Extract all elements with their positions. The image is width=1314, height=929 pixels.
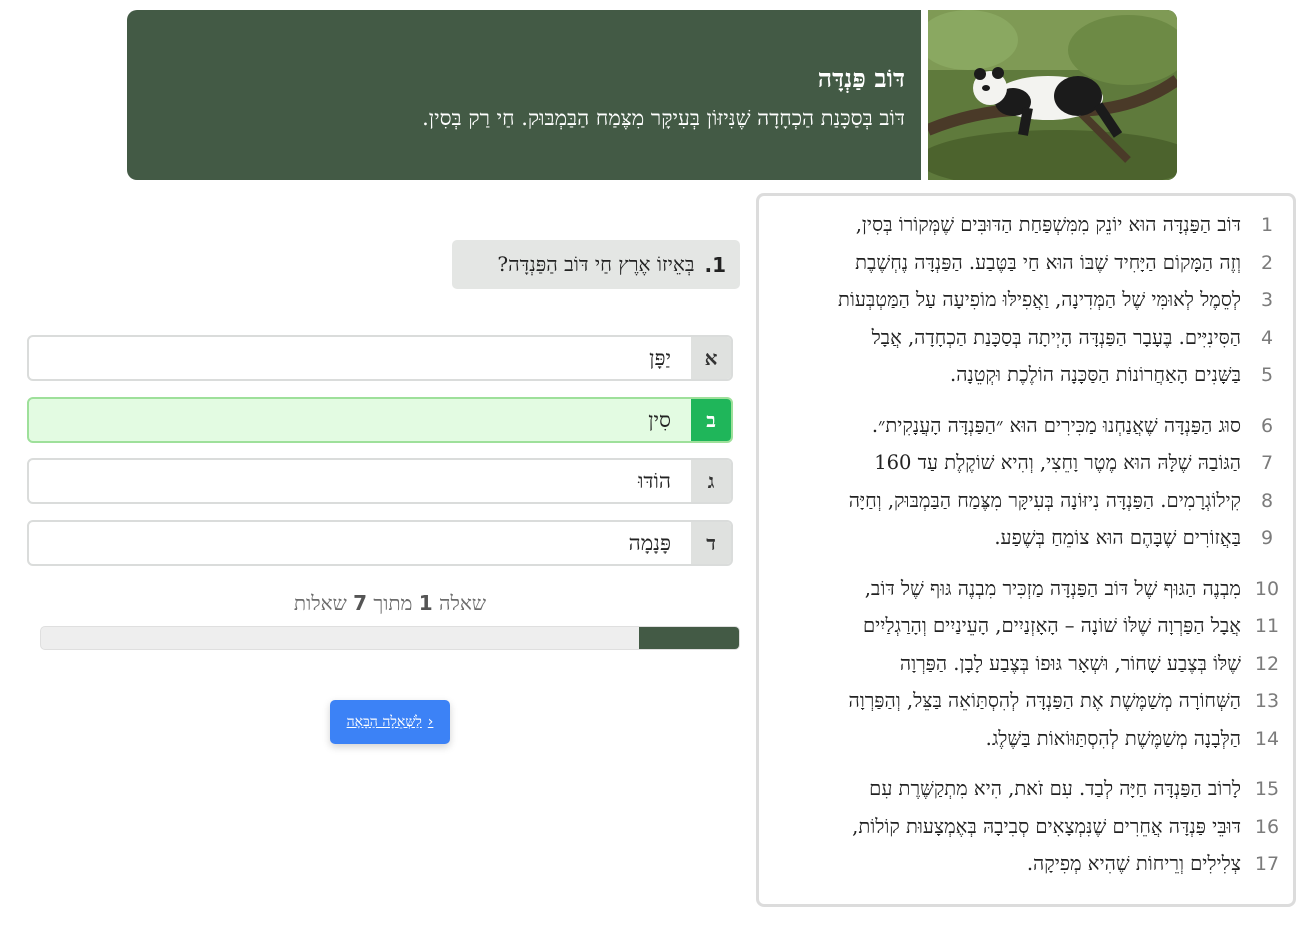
question-box: 1. בְּאֵיזוֹ אֶרֶץ חַי דּוֹב הַפַּנְדָּה… xyxy=(452,240,740,289)
answer-text: סִין xyxy=(648,407,671,432)
progress-bar-fill xyxy=(639,627,739,649)
passage-line: 9 בַּאֲזוֹרִים שֶׁבָּהֶם הוּא צוֹמֵחַ בְּ… xyxy=(759,523,1293,553)
question-number: 1. xyxy=(704,252,726,277)
line-number: 16 xyxy=(1254,816,1280,838)
panda-illustration xyxy=(928,10,1177,180)
line-text: בַּאֲזוֹרִים שֶׁבָּהֶם הוּא צוֹמֵחַ בְּש… xyxy=(994,526,1241,549)
line-text: הַסִּינִיִּים. בֶּעָבָר הַפַּנְדָּה הָיְ… xyxy=(871,326,1241,349)
reading-passage-panel[interactable]: 1 דּוֹב הַפַּנְדָּה הוּא יוֹנֵק מִמִּשְׁפ… xyxy=(756,193,1296,907)
line-number: 3 xyxy=(1260,289,1274,311)
line-text: שֶׁלּוֹ בְּצֶבַע שָׁחוֹר, וּשְׁאָר גּוּפ… xyxy=(899,652,1241,675)
line-number: 1 xyxy=(1260,214,1274,236)
passage-line: 2 וְזֶה הַמָּקוֹם הַיָּחִיד שֶׁבּוֹ הוּא … xyxy=(759,248,1293,278)
progress-middle: מתוך xyxy=(373,591,413,615)
panda-photo xyxy=(921,10,1177,180)
passage-line: 6 סוּג הַפַּנְדָּה שֶׁאֲנַחְנוּ מַכִּירִי… xyxy=(759,411,1293,441)
line-number: 8 xyxy=(1260,490,1274,512)
passage-line: 17 צְלִילִים וְרֵיחוֹת שֶׁהִיא מְפִיקָה. xyxy=(759,849,1293,879)
answer-letter: ג xyxy=(691,460,731,502)
passage-line: 1 דּוֹב הַפַּנְדָּה הוּא יוֹנֵק מִמִּשְׁפ… xyxy=(759,210,1293,240)
page-title: דּוֹב פַּנְדָּה xyxy=(817,64,905,93)
line-number: 9 xyxy=(1260,527,1274,549)
answer-letter: א xyxy=(691,337,731,379)
line-text: אֲבָל הַפַּרְוָה שֶׁלּוֹ שׁוֹנָה – הָאָז… xyxy=(863,614,1241,637)
next-question-button[interactable]: ‹ לַשְּׁאֵלָה הַבָּאָה xyxy=(330,700,450,744)
passage-line: 10 מִבְנֶה הַגּוּף שֶׁל דּוֹב הַפַּנְדָּה… xyxy=(759,574,1293,604)
progress-total: 7 xyxy=(353,591,368,615)
line-text: לָרוֹב הַפַּנְדָּה חַיָּה לְבַד. עִם זֹא… xyxy=(869,777,1241,800)
line-text: הַגּוֹבַהּ שֶׁלָּהּ הוּא מֶטֶר וָחֵצִי, … xyxy=(874,451,1241,474)
answer-letter: ב xyxy=(691,399,731,441)
header-banner: דּוֹב פַּנְדָּה דּוֹב בְּסַכָּנַת הַכְחָ… xyxy=(127,10,1177,180)
line-number: 7 xyxy=(1260,452,1274,474)
line-number: 6 xyxy=(1260,415,1274,437)
line-text: דּוּבֵּי פַּנְדָּה אֲחֵרִים שֶׁנִּמְצָאִ… xyxy=(852,815,1241,838)
answer-text: יַפָּן xyxy=(649,345,671,370)
line-text: הַלְּבָנָה מְשַׁמֶּשֶׁת לְהִסְתַּוּוֹאוֹ… xyxy=(985,727,1241,750)
progress-label: שאלה 1 מתוך 7 שאלות xyxy=(40,591,740,616)
passage-line: 4 הַסִּינִיִּים. בֶּעָבָר הַפַּנְדָּה הָי… xyxy=(759,323,1293,353)
passage-line: 3 לְסֵמֶל לְאוּמִּי שֶׁל הַמְּדִינָה, וַא… xyxy=(759,285,1293,315)
line-number: 10 xyxy=(1254,578,1280,600)
passage-line: 12 שֶׁלּוֹ בְּצֶבַע שָׁחוֹר, וּשְׁאָר גּו… xyxy=(759,649,1293,679)
passage-line: 8 קִילוֹגְרָמִים. הַפַּנְדָּה נִיזּוֹנָה … xyxy=(759,486,1293,516)
line-text: סוּג הַפַּנְדָּה שֶׁאֲנַחְנוּ מַכִּירִים… xyxy=(871,414,1241,437)
progress-prefix: שאלה xyxy=(439,591,487,615)
passage-line: 14 הַלְּבָנָה מְשַׁמֶּשֶׁת לְהִסְתַּוּוֹא… xyxy=(759,724,1293,754)
answer-option-b[interactable]: ב סִין xyxy=(27,397,733,443)
line-number: 15 xyxy=(1254,778,1280,800)
passage-line: 7 הַגּוֹבַהּ שֶׁלָּהּ הוּא מֶטֶר וָחֵצִי,… xyxy=(759,448,1293,478)
line-number: 12 xyxy=(1254,653,1280,675)
chevron-left-icon: ‹ xyxy=(427,714,434,730)
line-number: 4 xyxy=(1260,327,1274,349)
answer-option-a[interactable]: א יַפָּן xyxy=(27,335,733,381)
passage-line: 5 בַּשָּׁנִים הָאַחֲרוֹנוֹת הַסַּכָּנָה ה… xyxy=(759,360,1293,390)
passage-line: 13 הַשְּׁחוֹרָה מְשַׁמֶּשֶׁת אֶת הַפַּנְד… xyxy=(759,686,1293,716)
answer-option-d[interactable]: ד פָּנָמָה xyxy=(27,520,733,566)
line-number: 2 xyxy=(1260,252,1274,274)
progress-suffix: שאלות xyxy=(293,591,347,615)
answer-option-c[interactable]: ג הוֹדּוּ xyxy=(27,458,733,504)
line-number: 14 xyxy=(1254,728,1280,750)
line-number: 17 xyxy=(1254,853,1280,875)
passage-line: 16 דּוּבֵּי פַּנְדָּה אֲחֵרִים שֶׁנִּמְצָ… xyxy=(759,812,1293,842)
line-text: צְלִילִים וְרֵיחוֹת שֶׁהִיא מְפִיקָה. xyxy=(1026,852,1241,875)
answer-letter: ד xyxy=(691,522,731,564)
line-text: הַשְּׁחוֹרָה מְשַׁמֶּשֶׁת אֶת הַפַּנְדָּ… xyxy=(848,689,1242,712)
line-text: דּוֹב הַפַּנְדָּה הוּא יוֹנֵק מִמִּשְׁפַ… xyxy=(855,213,1241,236)
line-number: 13 xyxy=(1254,690,1280,712)
line-number: 5 xyxy=(1260,364,1274,386)
answer-text: הוֹדּוּ xyxy=(638,468,671,493)
progress-current: 1 xyxy=(418,591,433,615)
line-text: לְסֵמֶל לְאוּמִּי שֶׁל הַמְּדִינָה, וַאֲ… xyxy=(837,288,1241,311)
question-text: בְּאֵיזוֹ אֶרֶץ חַי דּוֹב הַפַּנְדָּה? xyxy=(497,252,695,276)
line-text: וְזֶה הַמָּקוֹם הַיָּחִיד שֶׁבּוֹ הוּא ח… xyxy=(855,251,1241,274)
page-subtitle: דּוֹב בְּסַכָּנַת הַכְחָדָה שֶׁנִּיזּוֹן… xyxy=(422,106,905,130)
passage-line: 11 אֲבָל הַפַּרְוָה שֶׁלּוֹ שׁוֹנָה – הָא… xyxy=(759,611,1293,641)
progress-bar xyxy=(40,626,740,650)
line-text: קִילוֹגְרָמִים. הַפַּנְדָּה נִיזּוֹנָה ב… xyxy=(848,489,1241,512)
next-question-label: לַשְּׁאֵלָה הַבָּאָה xyxy=(346,713,422,730)
line-text: בַּשָּׁנִים הָאַחֲרוֹנוֹת הַסַּכָּנָה הו… xyxy=(950,363,1241,386)
passage-line: 15 לָרוֹב הַפַּנְדָּה חַיָּה לְבַד. עִם ז… xyxy=(759,774,1293,804)
banner-text-area: דּוֹב פַּנְדָּה דּוֹב בְּסַכָּנַת הַכְחָ… xyxy=(127,10,921,180)
line-text: מִבְנֶה הַגּוּף שֶׁל דּוֹב הַפַּנְדָּה מ… xyxy=(864,577,1241,600)
line-number: 11 xyxy=(1254,615,1280,637)
answer-text: פָּנָמָה xyxy=(628,530,671,555)
